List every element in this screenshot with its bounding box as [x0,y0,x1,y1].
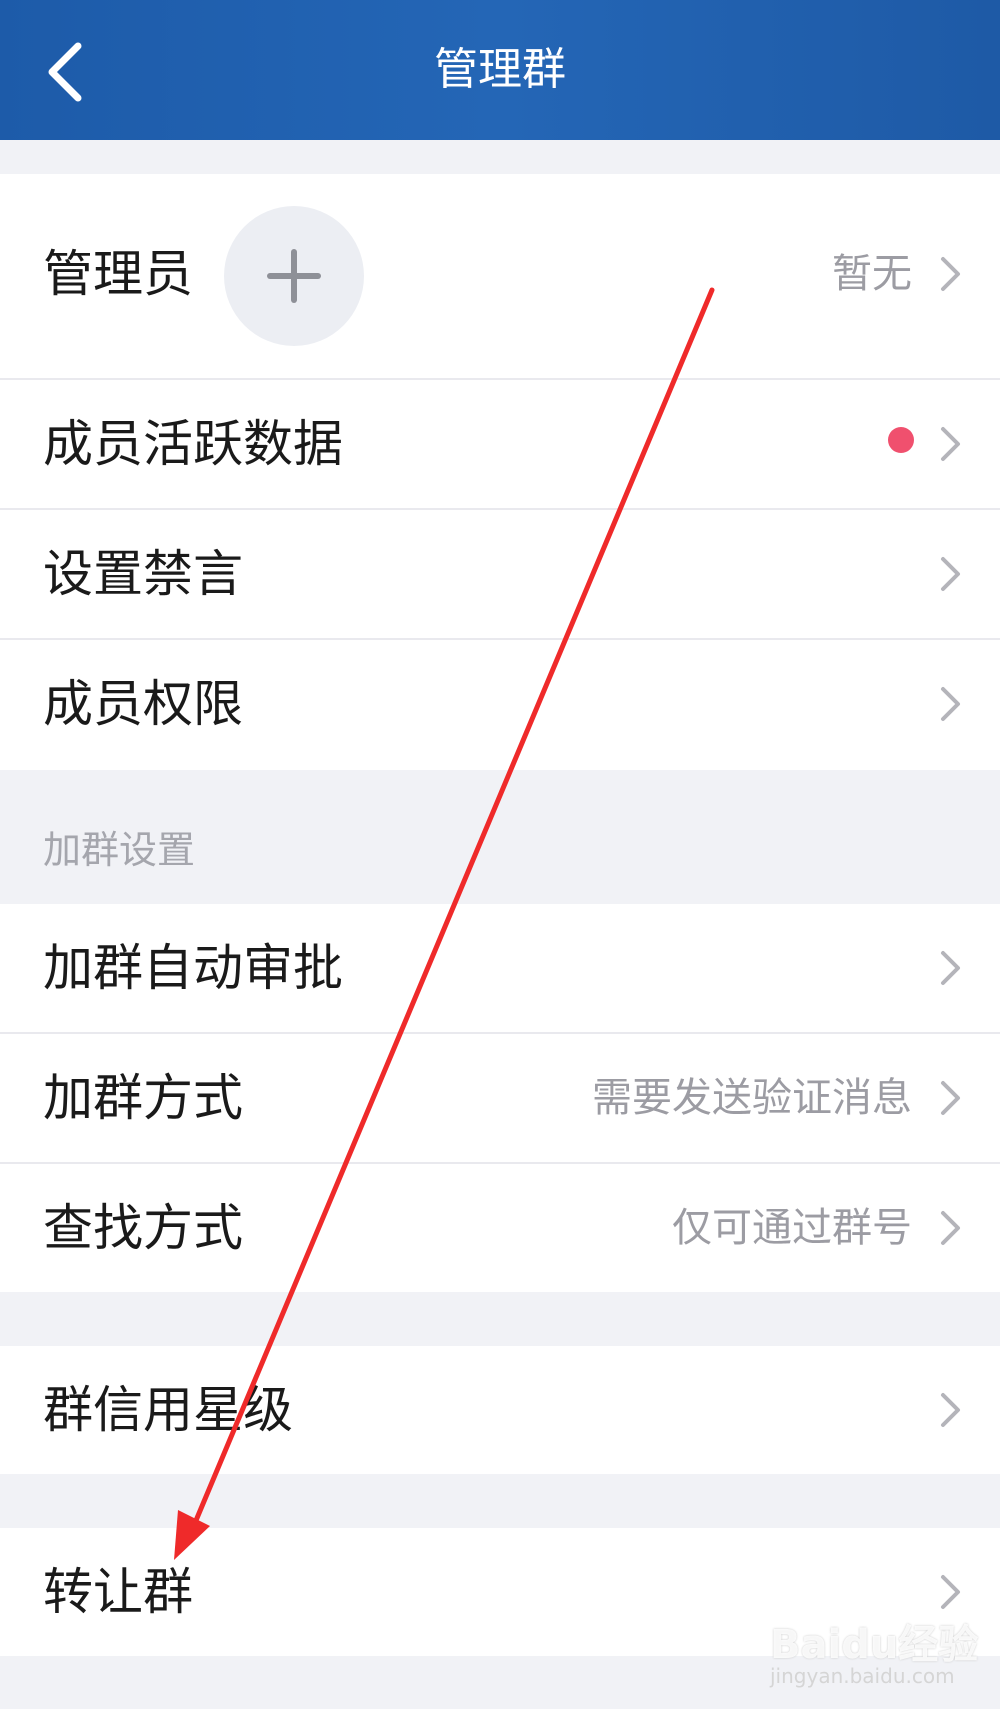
chevron-right-icon [941,1393,960,1427]
auto-approve-row[interactable]: 加群自动审批 [0,904,1000,1032]
chevron-right-icon [941,1081,960,1115]
join-method-label: 加群方式 [43,1069,243,1127]
search-method-label: 查找方式 [43,1199,243,1257]
settings-group-join: 加群自动审批 加群方式 需要发送验证消息 查找方式 仅可通过群号 [0,904,1000,1292]
join-method-row[interactable]: 加群方式 需要发送验证消息 [0,1034,1000,1162]
chevron-right-icon [941,1211,960,1245]
admin-value: 暂无 [832,251,912,297]
add-admin-button[interactable] [224,206,364,346]
join-settings-section-title: 加群设置 [43,828,196,872]
chevron-right-icon [941,951,960,985]
chevron-right-icon [941,427,960,461]
mute-settings-label: 设置禁言 [43,545,243,603]
chevron-right-icon [941,1575,960,1609]
auto-approve-label: 加群自动审批 [43,939,343,997]
join-method-value: 需要发送验证消息 [592,1075,912,1121]
member-activity-label: 成员活跃数据 [43,415,343,473]
new-badge-dot [888,427,914,453]
admin-label: 管理员 [43,245,193,303]
group-credit-label: 群信用星级 [43,1381,293,1439]
mute-settings-row[interactable]: 设置禁言 [0,510,1000,638]
transfer-group-label: 转让群 [43,1563,193,1621]
chevron-right-icon [941,687,960,721]
settings-group-credit: 群信用星级 [0,1346,1000,1474]
group-credit-row[interactable]: 群信用星级 [0,1346,1000,1474]
plus-icon [267,249,321,303]
chevron-right-icon [941,257,960,291]
member-activity-row[interactable]: 成员活跃数据 [0,380,1000,508]
member-permissions-row[interactable]: 成员权限 [0,640,1000,770]
search-method-value: 仅可通过群号 [672,1205,912,1251]
chevron-right-icon [941,557,960,591]
top-bar: 管理群 [0,0,1000,140]
page-title: 管理群 [434,44,566,95]
settings-group-admin: 管理员 暂无 成员活跃数据 设置禁言 成员权限 [0,174,1000,770]
admin-row[interactable]: 管理员 暂无 [0,174,1000,378]
baidu-watermark-logo: Baidu经验 [770,1622,979,1668]
baidu-watermark-url: jingyan.baidu.com [770,1664,955,1688]
member-permissions-label: 成员权限 [43,675,243,733]
search-method-row[interactable]: 查找方式 仅可通过群号 [0,1164,1000,1292]
